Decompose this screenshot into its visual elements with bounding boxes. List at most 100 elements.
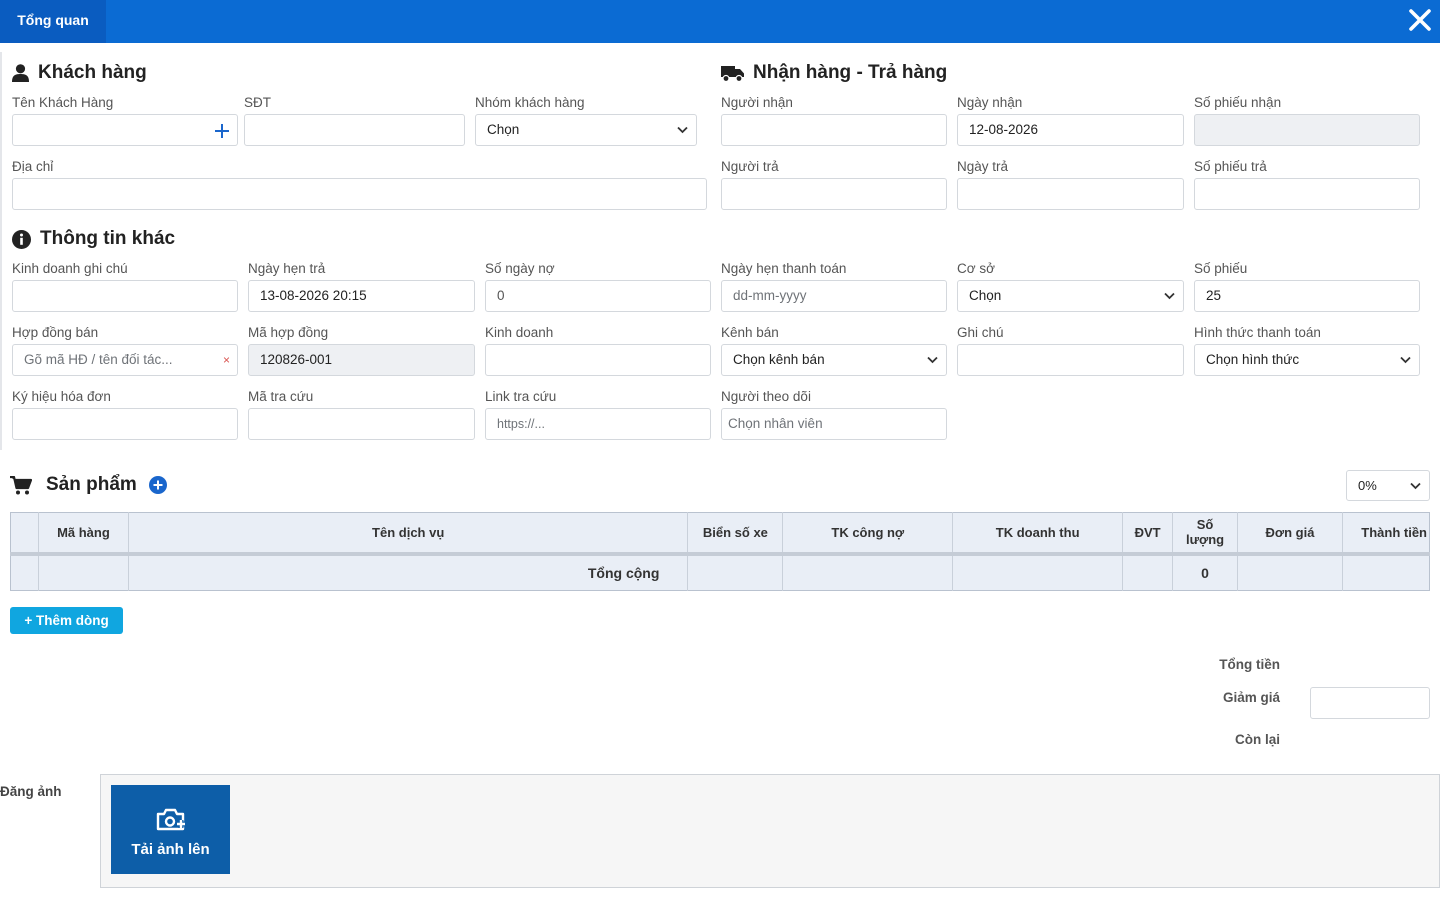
lookup-link-input[interactable]: https://... <box>485 408 711 440</box>
address-label: Địa chỉ <box>12 159 54 174</box>
returner-input[interactable] <box>721 178 947 210</box>
ticket-no-input[interactable]: 25 <box>1194 280 1420 312</box>
chevron-down-icon <box>927 356 938 364</box>
contract-code-input: 120826-001 <box>248 344 475 376</box>
column-header: Thành tiền <box>1341 512 1430 556</box>
receive-no-input <box>1194 114 1420 146</box>
due-date-label: Ngày hẹn trả <box>248 261 326 276</box>
sales-input[interactable] <box>485 344 711 376</box>
column-header: Số lượng <box>1172 512 1238 556</box>
lookup-code-label: Mã tra cứu <box>248 389 314 404</box>
close-icon[interactable] <box>1408 5 1432 35</box>
phone-input[interactable] <box>244 114 465 146</box>
column-header <box>10 512 39 556</box>
table-total-row: Tổng cộng 0 <box>11 553 1430 591</box>
truck-icon <box>721 65 744 82</box>
left-divider <box>0 52 2 450</box>
total-qty: 0 <box>1172 553 1238 591</box>
chevron-down-icon <box>1164 292 1175 300</box>
clear-icon[interactable]: × <box>223 345 230 375</box>
sales-note-label: Kinh doanh ghi chú <box>12 261 128 276</box>
sales-note-input[interactable] <box>12 280 238 312</box>
cart-icon <box>10 475 32 494</box>
other-title-text: Thông tin khác <box>40 228 176 249</box>
customer-group-label: Nhóm khách hàng <box>475 95 585 110</box>
due-date-input[interactable]: 13-08-2026 20:15 <box>248 280 475 312</box>
column-header: Biển số xe <box>687 512 783 556</box>
receive-date-label: Ngày nhận <box>957 95 1023 110</box>
column-header: TK doanh thu <box>952 512 1123 556</box>
vat-select[interactable]: 0% <box>1346 470 1430 501</box>
returner-label: Người trả <box>721 159 779 174</box>
branch-select[interactable]: Chọn <box>957 280 1184 312</box>
follower-label: Người theo dõi <box>721 389 811 404</box>
receiver-input[interactable] <box>721 114 947 146</box>
user-icon <box>12 64 29 82</box>
debt-days-input[interactable]: 0 <box>485 280 711 312</box>
branch-label: Cơ sở <box>957 261 995 276</box>
camera-plus-icon <box>156 808 185 831</box>
return-date-label: Ngày trả <box>957 159 1009 174</box>
receive-no-label: Số phiếu nhận <box>1194 95 1282 110</box>
debt-days-label: Số ngày nợ <box>485 261 555 276</box>
delivery-title-text: Nhận hàng - Trả hàng <box>753 62 948 83</box>
customer-title-text: Khách hàng <box>38 62 147 83</box>
column-header: Tên dịch vụ <box>127 512 688 556</box>
upload-label: Đăng ảnh <box>0 784 62 799</box>
channel-value: Chọn kênh bán <box>733 352 825 367</box>
delivery-section-title: Nhận hàng - Trả hàng <box>721 62 947 84</box>
add-customer-button[interactable] <box>206 114 238 146</box>
invoice-sign-label: Ký hiệu hóa đơn <box>12 389 111 404</box>
phone-label: SĐT <box>244 95 271 110</box>
tab-overview[interactable]: Tổng quan <box>0 0 106 43</box>
customer-group-value: Chọn <box>487 122 520 137</box>
address-input[interactable] <box>12 178 707 210</box>
payment-label: Hình thức thanh toán <box>1194 325 1321 340</box>
return-no-label: Số phiếu trả <box>1194 159 1267 174</box>
add-product-icon[interactable] <box>148 476 167 494</box>
products-section-title: Sản phẩm <box>10 474 167 496</box>
invoice-sign-input[interactable] <box>12 408 238 440</box>
customer-group-select[interactable]: Chọn <box>475 114 697 146</box>
other-section-title: Thông tin khác <box>12 228 175 250</box>
products-title-text: Sản phẩm <box>46 474 137 495</box>
upload-dropzone[interactable] <box>100 774 1440 888</box>
contract-placeholder: Gõ mã HĐ / tên đối tác... <box>24 352 173 367</box>
channel-select[interactable]: Chọn kênh bán <box>721 344 947 376</box>
customer-section-title: Khách hàng <box>12 62 147 84</box>
remaining-label: Còn lại <box>1234 732 1280 747</box>
chevron-down-icon <box>677 126 688 134</box>
top-bar: Tổng quan <box>0 0 1440 43</box>
customer-name-label: Tên Khách Hàng <box>12 95 114 110</box>
channel-label: Kênh bán <box>721 325 779 340</box>
add-row-button[interactable]: + Thêm dòng <box>10 607 123 634</box>
follower-input[interactable]: Chọn nhân viên <box>721 408 947 440</box>
column-header: Mã hàng <box>37 512 129 556</box>
payment-select[interactable]: Chọn hình thức <box>1194 344 1420 376</box>
pay-date-label: Ngày hẹn thanh toán <box>721 261 847 276</box>
upload-button[interactable]: Tải ảnh lên <box>111 785 230 874</box>
plus-icon <box>215 124 229 138</box>
info-icon <box>12 229 31 249</box>
note-input[interactable] <box>957 344 1184 376</box>
branch-value: Chọn <box>969 288 1002 303</box>
chevron-down-icon <box>1410 482 1421 490</box>
contract-code-label: Mã hợp đồng <box>248 325 329 340</box>
column-header: TK công nợ <box>782 512 953 556</box>
return-date-input[interactable] <box>957 178 1184 210</box>
contract-input[interactable]: Gõ mã HĐ / tên đối tác... × <box>12 344 238 376</box>
customer-name-input[interactable] <box>12 114 207 146</box>
upload-button-label: Tải ảnh lên <box>131 841 210 858</box>
vat-value: 0% <box>1358 478 1377 493</box>
lookup-link-label: Link tra cứu <box>485 389 557 404</box>
pay-date-input[interactable]: dd-mm-yyyy <box>721 280 947 312</box>
discount-input[interactable] <box>1310 687 1430 719</box>
column-header: ĐVT <box>1122 512 1173 556</box>
total-label: Tổng cộng <box>127 553 688 591</box>
discount-label: Giảm giá <box>1222 690 1280 705</box>
receive-date-input[interactable]: 12-08-2026 <box>957 114 1184 146</box>
return-no-input[interactable] <box>1194 178 1420 210</box>
sales-label: Kinh doanh <box>485 325 554 340</box>
lookup-code-input[interactable] <box>248 408 475 440</box>
total-amount-label: Tổng tiền <box>1219 657 1280 672</box>
